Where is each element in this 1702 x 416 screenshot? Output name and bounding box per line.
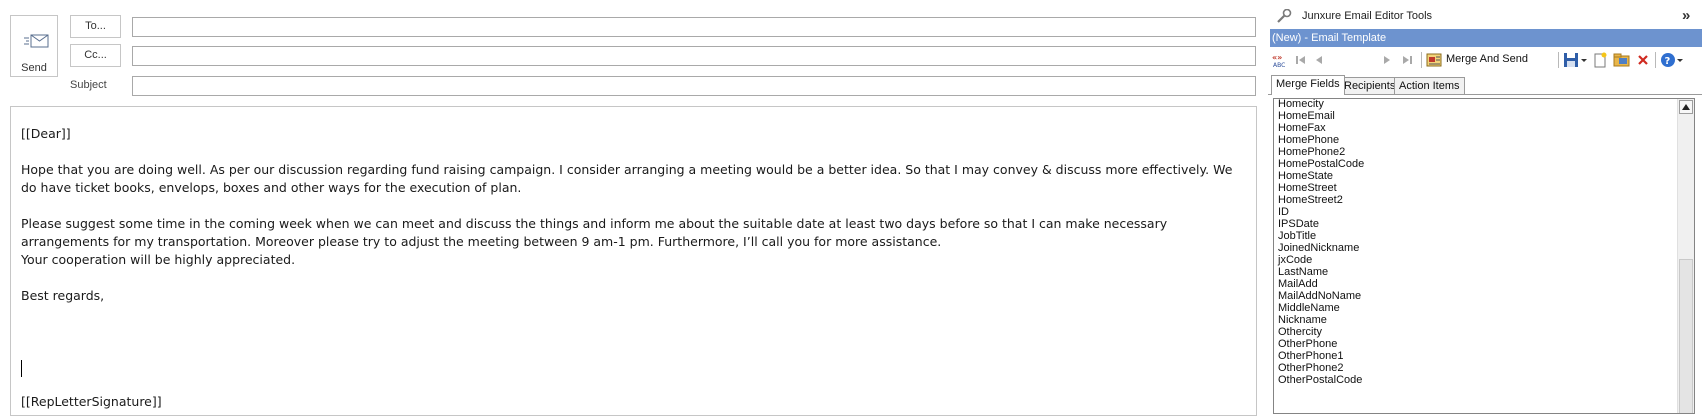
svg-text:«»: «» — [1272, 53, 1282, 62]
pane-toolbar: «» ABC Merge And Send ? — [1268, 49, 1702, 71]
pane-title: Junxure Email Editor Tools — [1302, 10, 1433, 22]
scroll-up-arrow-icon — [1682, 104, 1690, 110]
template-title-bar: (New) - Email Template — [1270, 29, 1702, 47]
merge-and-send-label: Merge And Send — [1446, 53, 1528, 65]
to-field[interactable] — [132, 17, 1256, 37]
list-item[interactable]: Nickname — [1278, 314, 1658, 326]
body-greeting: [[Dear]] — [21, 126, 71, 141]
scrollbar-thumb[interactable] — [1679, 259, 1693, 413]
body-paragraph-1: Hope that you are doing well. As per our… — [21, 162, 1233, 195]
pane-tabs: Merge Fields Recipients Action Items — [1268, 75, 1702, 95]
send-button[interactable]: Send — [10, 15, 58, 77]
list-item[interactable]: HomePhone — [1278, 134, 1658, 146]
body-signature: [[RepLetterSignature]] — [21, 394, 162, 409]
merge-field-items: Homecity HomeEmail HomeFax HomePhone Hom… — [1278, 99, 1658, 386]
save-icon[interactable] — [1563, 52, 1579, 68]
tab-merge-fields[interactable]: Merge Fields — [1271, 75, 1345, 95]
send-label: Send — [21, 62, 47, 74]
list-item[interactable]: MailAdd — [1278, 278, 1658, 290]
delete-icon[interactable] — [1636, 52, 1650, 68]
vertical-scrollbar[interactable] — [1677, 99, 1694, 413]
list-item[interactable]: JobTitle — [1278, 230, 1658, 242]
text-caret — [21, 360, 22, 377]
list-item[interactable]: MailAddNoName — [1278, 290, 1658, 302]
body-paragraph-2-line2: Your cooperation will be highly apprecia… — [21, 252, 296, 267]
list-item[interactable]: ID — [1278, 206, 1658, 218]
new-document-icon[interactable] — [1592, 52, 1608, 68]
list-item[interactable]: HomeStreet — [1278, 182, 1658, 194]
subject-label: Subject — [70, 79, 107, 91]
list-item[interactable]: OtherPhone2 — [1278, 362, 1658, 374]
cc-field[interactable] — [132, 46, 1256, 66]
cc-button[interactable]: Cc... — [70, 44, 121, 67]
spell-check-icon[interactable]: «» ABC — [1272, 52, 1290, 68]
next-record-icon[interactable] — [1380, 52, 1394, 68]
list-item[interactable]: LastName — [1278, 266, 1658, 278]
list-item[interactable]: jxCode — [1278, 254, 1658, 266]
svg-text:?: ? — [1665, 56, 1671, 67]
list-item[interactable]: MiddleName — [1278, 302, 1658, 314]
pane-header: Junxure Email Editor Tools » — [1268, 6, 1702, 26]
body-paragraph-2: Please suggest some time in the coming w… — [21, 216, 1168, 249]
toolbar-separator — [1558, 52, 1559, 68]
subject-field[interactable] — [132, 76, 1256, 96]
merge-and-send-button[interactable]: Merge And Send — [1426, 52, 1554, 68]
previous-record-icon[interactable] — [1312, 52, 1326, 68]
toolbar-separator — [1655, 52, 1656, 68]
merge-send-icon — [1426, 53, 1442, 67]
list-item[interactable]: JoinedNickname — [1278, 242, 1658, 254]
help-icon[interactable]: ? — [1660, 52, 1676, 68]
toolbar-separator — [1421, 52, 1422, 68]
list-item[interactable]: OtherPostalCode — [1278, 374, 1658, 386]
help-dropdown-icon[interactable] — [1676, 52, 1684, 68]
list-item[interactable]: HomeFax — [1278, 122, 1658, 134]
list-item[interactable]: OtherPhone1 — [1278, 350, 1658, 362]
list-item[interactable]: HomePhone2 — [1278, 146, 1658, 158]
list-item[interactable]: Homecity — [1278, 99, 1658, 110]
message-body-editor[interactable]: [[Dear]] Hope that you are doing well. A… — [10, 106, 1257, 416]
body-closing: Best regards, — [21, 288, 105, 303]
tab-recipients[interactable]: Recipients — [1339, 77, 1401, 95]
save-dropdown-icon[interactable] — [1580, 52, 1588, 68]
open-folder-icon[interactable] — [1613, 52, 1631, 68]
scroll-up-button[interactable] — [1679, 100, 1693, 114]
list-item[interactable]: IPSDate — [1278, 218, 1658, 230]
list-item[interactable]: OtherPhone — [1278, 338, 1658, 350]
last-record-icon[interactable] — [1400, 52, 1414, 68]
list-item[interactable]: HomeStreet2 — [1278, 194, 1658, 206]
send-envelope-icon — [24, 34, 49, 48]
to-button[interactable]: To... — [70, 15, 121, 38]
tab-action-items[interactable]: Action Items — [1394, 77, 1465, 95]
wrench-icon — [1277, 9, 1292, 23]
email-editor-tools-pane: Junxure Email Editor Tools » (New) - Ema… — [1268, 0, 1702, 414]
collapse-pane-icon[interactable]: » — [1682, 7, 1690, 24]
list-item[interactable]: HomeEmail — [1278, 110, 1658, 122]
first-record-icon[interactable] — [1294, 52, 1308, 68]
svg-text:ABC: ABC — [1273, 62, 1285, 68]
list-item[interactable]: Othercity — [1278, 326, 1658, 338]
merge-fields-list[interactable]: Homecity HomeEmail HomeFax HomePhone Hom… — [1273, 98, 1695, 414]
list-item[interactable]: HomeState — [1278, 170, 1658, 182]
list-item[interactable]: HomePostalCode — [1278, 158, 1658, 170]
